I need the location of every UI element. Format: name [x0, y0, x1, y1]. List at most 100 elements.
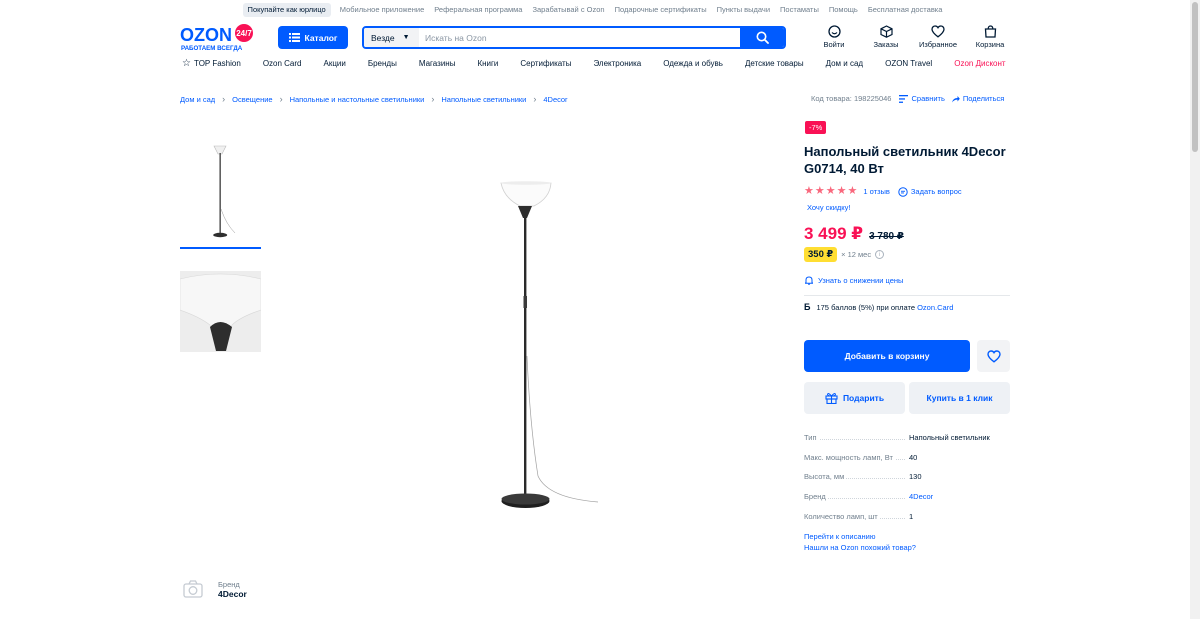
utility-link-gift-cards[interactable]: Подарочные сертификаты — [610, 3, 712, 17]
star-icon: ★ — [825, 185, 836, 197]
old-price: 3 780 ₽ — [869, 231, 904, 242]
search-button[interactable] — [740, 28, 784, 47]
utility-link-free-delivery[interactable]: Бесплатная доставка — [863, 3, 948, 17]
compare-icon — [899, 94, 909, 103]
brand-block[interactable]: Бренд 4Decor — [182, 578, 247, 600]
compare-label: Сравнить — [911, 94, 945, 103]
gift-button[interactable]: Подарить — [804, 382, 905, 414]
installment-row[interactable]: 350 ₽ × 12 мес i — [804, 247, 885, 262]
breadcrumb-item[interactable]: Дом и сад — [180, 95, 215, 104]
spec-key: Тип — [804, 433, 819, 443]
installment-amount: 350 ₽ — [804, 247, 838, 262]
utility-link-referral[interactable]: Реферальная программа — [429, 3, 527, 17]
nav-item-home-garden[interactable]: Дом и сад — [826, 59, 864, 68]
add-to-favorites-button[interactable] — [977, 340, 1010, 372]
utility-link-help[interactable]: Помощь — [824, 3, 863, 17]
want-discount-link[interactable]: Хочу скидку! — [807, 203, 850, 212]
cart-label: Корзина — [975, 40, 1005, 49]
nav-item-ozon-card[interactable]: Ozon Card — [263, 59, 302, 68]
price-block: 3 499 ₽ 3 780 ₽ — [804, 224, 904, 244]
info-icon[interactable]: i — [875, 250, 885, 259]
nav-item-ozon-travel[interactable]: OZON Travel — [885, 59, 932, 68]
rating-row: ★ ★ ★ ★ ★ 1 отзыв Задать вопрос — [804, 186, 962, 197]
search-bar: Везде ▼ — [362, 26, 786, 49]
breadcrumb: Дом и сад › Освещение › Напольные и наст… — [180, 94, 568, 104]
nav-item-clothes[interactable]: Одежда и обувь — [663, 59, 723, 68]
nav-item-certificates[interactable]: Сертификаты — [520, 59, 571, 68]
divider — [804, 295, 1010, 296]
utility-bar: Покупайте как юрлицо Мобильное приложени… — [0, 3, 1190, 17]
nav-item-books[interactable]: Книги — [477, 59, 498, 68]
price-drop-notify-label: Узнать о снижении цены — [818, 276, 904, 285]
utility-link-pickup-points[interactable]: Пункты выдачи — [712, 3, 775, 17]
breadcrumb-item[interactable]: Освещение — [232, 95, 272, 104]
points-text: 175 баллов (5%) при оплате — [816, 302, 915, 312]
nav-item-brands[interactable]: Бренды — [368, 59, 397, 68]
share-button[interactable]: Поделиться — [951, 94, 1004, 103]
utility-link-mobile-app[interactable]: Мобильное приложение — [335, 3, 430, 17]
chevron-right-icon: › — [431, 94, 435, 104]
ozon-card-link[interactable]: Ozon.Card — [917, 303, 953, 312]
favorites-button[interactable]: Избранное — [912, 25, 964, 49]
points-row: Б 175 баллов (5%) при оплате Ozon.Card — [804, 302, 953, 312]
orders-label: Заказы — [873, 40, 899, 49]
search-scope-select[interactable]: Везде ▼ — [364, 28, 419, 47]
share-label: Поделиться — [962, 94, 1005, 103]
nav-item-label: TOP Fashion — [193, 59, 241, 68]
gallery-thumbnail[interactable] — [180, 129, 261, 249]
chat-bubble-icon — [898, 186, 908, 197]
search-icon — [756, 31, 769, 44]
search-input[interactable] — [419, 28, 740, 47]
heart-icon — [931, 25, 945, 38]
spec-row: Количество ламп, шт 1 — [804, 506, 1014, 526]
search-scope-value: Везде — [371, 32, 395, 43]
page-scrollbar[interactable] — [1190, 0, 1200, 619]
utility-link-business[interactable]: Покупайте как юрлицо — [242, 3, 331, 17]
found-cheaper-link[interactable]: Нашли на Ozon похожий товар? — [804, 543, 916, 554]
gallery-thumbnail[interactable] — [180, 255, 261, 375]
catalog-button[interactable]: Каталог — [278, 26, 348, 49]
gift-icon — [825, 393, 838, 404]
price-drop-notify-link[interactable]: Узнать о снижении цены — [805, 276, 903, 285]
nav-item-electronics[interactable]: Электроника — [593, 59, 641, 68]
scrollbar-thumb[interactable] — [1192, 2, 1198, 152]
reviews-link[interactable]: 1 отзыв — [863, 187, 890, 196]
star-icon: ★ — [847, 185, 858, 197]
nav-item-promos[interactable]: Акции — [324, 59, 346, 68]
orders-button[interactable]: Заказы — [860, 25, 912, 49]
breadcrumb-item[interactable]: Напольные светильники — [441, 95, 526, 104]
spec-key: Бренд — [804, 492, 828, 502]
utility-link-postamats[interactable]: Постаматы — [775, 3, 824, 17]
main-nav: ☆ TOP Fashion Ozon Card Акции Бренды Маг… — [182, 58, 1006, 69]
utility-link-earn[interactable]: Зарабатывай с Ozon — [527, 3, 609, 17]
spec-value: 130 — [909, 472, 922, 482]
chevron-right-icon: › — [533, 94, 537, 104]
cart-button[interactable]: Корзина — [964, 25, 1016, 49]
compare-button[interactable]: Сравнить — [899, 94, 945, 103]
logo-brand: OZON — [180, 25, 232, 45]
spec-key: Высота, мм — [804, 472, 847, 482]
spec-value: 1 — [909, 511, 914, 521]
spec-row: Тип Напольный светильник — [804, 428, 1014, 448]
brand-text: Бренд 4Decor — [218, 580, 247, 599]
logo-badge: 24/7 — [236, 29, 252, 38]
product-code: Код товара: 198225046 — [811, 94, 892, 103]
brand-name[interactable]: 4Decor — [218, 589, 247, 599]
breadcrumb-item[interactable]: Напольные и настольные светильники — [290, 95, 425, 104]
add-to-cart-button[interactable]: Добавить в корзину — [804, 340, 970, 372]
login-button[interactable]: Войти — [808, 25, 860, 49]
go-to-description-link[interactable]: Перейти к описанию — [804, 532, 916, 543]
favorites-label: Избранное — [918, 40, 957, 49]
spec-row: Макс. мощность ламп, Вт 40 — [804, 448, 1014, 468]
nav-item-kids[interactable]: Детские товары — [745, 59, 804, 68]
breadcrumb-item[interactable]: 4Decor — [543, 95, 567, 104]
star-icon: ★ — [804, 185, 814, 197]
nav-item-stores[interactable]: Магазины — [419, 59, 456, 68]
ask-question-link[interactable]: Задать вопрос — [898, 186, 962, 197]
buy-one-click-button[interactable]: Купить в 1 клик — [909, 382, 1010, 414]
ozon-logo[interactable]: OZON 24/7 РАБОТАЕМ ВСЕГДА — [180, 24, 258, 52]
spec-value-brand-link[interactable]: 4Decor — [909, 492, 933, 501]
nav-item-top-fashion[interactable]: ☆ TOP Fashion — [182, 58, 241, 69]
nav-item-ozon-discount[interactable]: Ozon Дисконт — [954, 59, 1005, 68]
gift-label: Подарить — [842, 393, 885, 403]
